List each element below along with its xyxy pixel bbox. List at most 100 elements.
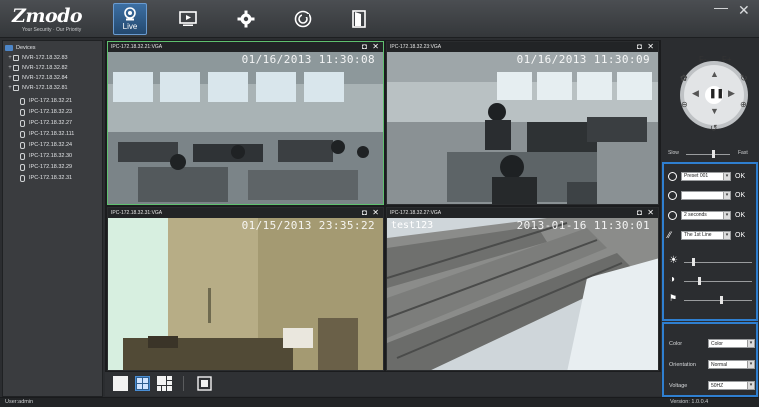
tile-camera-name: IPC-172.18.32.27:VGA [390,210,442,216]
line-select[interactable]: The 1st Line ▾ [681,230,731,240]
preset-select[interactable]: Preset 001 ▾ [681,171,731,181]
close-icon[interactable]: ✕ [647,42,654,51]
tile-header: IPC-172.18.32.23:VGA ◘ ✕ [387,42,658,52]
close-button[interactable]: ✕ [738,2,750,19]
pan-left-button[interactable]: ◀ [692,88,699,99]
tilt-up-button[interactable]: ▲ [710,69,719,79]
color-select[interactable]: Color ▾ [708,339,755,348]
tree-item-nvr[interactable]: + NVR-172.18.32.84 [7,73,68,83]
tree-item-camera[interactable]: IPC-172.18.32.24 [20,140,72,150]
contrast-slider-knob[interactable] [698,277,701,285]
speed-fast-label: Fast [738,150,748,156]
auto-scan-icon[interactable]: ↺ [710,123,718,134]
nav-playback-button[interactable] [171,3,205,35]
minimize-button[interactable]: — [714,0,728,15]
focus-minus-button[interactable]: F- [699,55,707,64]
video-tile[interactable]: IPC-172.18.32.21:VGA ◘ ✕ 01/16/2013 11:3… [107,41,384,205]
interval-select[interactable]: 2 seconds ▾ [681,210,731,220]
tree-item-camera[interactable]: IPC-172.18.32.29 [20,162,72,172]
top-bar: Zmodo Your Security · Our Priority Live [0,0,759,38]
nav-logout-button[interactable] [342,3,376,35]
tree-item-label: NVR-172.18.32.82 [22,65,68,71]
cruise-ok-button[interactable]: OK [735,192,745,199]
cloud-icon [294,10,312,28]
iris-icon[interactable]: ✿ [680,73,688,84]
tree-root-label: Devices [16,45,36,51]
line-icon: ⁄⁄ [668,229,672,240]
snapshot-icon[interactable]: ◘ [362,42,367,51]
nav-live-button[interactable]: Live [113,3,147,35]
tree-item-nvr[interactable]: + NVR-172.18.32.82 [7,63,68,73]
speed-slider-knob[interactable] [712,150,715,158]
folder-icon [5,45,13,51]
refresh-icon[interactable]: ↻ [740,73,748,84]
play-icon [179,11,197,26]
close-icon[interactable]: ✕ [647,208,654,217]
tree-item-camera[interactable]: IPC-172.18.32.31 [20,173,72,183]
tile-header: IPC-172.18.32.27:VGA ◘ ✕ [387,208,658,218]
tree-item-label: NVR-172.18.32.84 [22,75,68,81]
tree-item-camera[interactable]: IPC-172.18.32.30 [20,151,72,161]
device-tree: Devices + NVR-172.18.32.83 + NVR-172.18.… [2,40,103,397]
tree-item-camera[interactable]: IPC-172.18.32.111 [20,129,74,139]
voltage-label: Voltage [669,383,688,389]
video-tile[interactable]: IPC-172.18.32.31:VGA ◘ ✕ 01/15/2013 23:3… [107,207,384,371]
close-icon[interactable]: ✕ [372,208,379,217]
chevron-down-icon: ▾ [723,231,730,239]
camera-device-icon [20,163,25,171]
image-properties-panel: Color Color ▾ Orientation Normal ▾ Volta… [662,322,758,397]
orientation-select[interactable]: Normal ▾ [708,360,755,369]
brightness-slider-knob[interactable] [692,258,695,266]
fullscreen-button[interactable] [197,376,212,391]
contrast-slider[interactable] [684,281,752,282]
status-version: Version: 1.0.0.4 [670,399,709,405]
zoom-in-icon[interactable]: ⊕ [740,100,747,109]
video-tile[interactable]: IPC-172.18.32.23:VGA ◘ ✕ 01/16/2013 11:3… [386,41,659,205]
tree-item-label: IPC-172.18.32.23 [29,109,73,115]
voltage-select[interactable]: 50HZ ▾ [708,381,755,390]
saturation-slider[interactable] [684,300,752,301]
saturation-slider-knob[interactable] [720,296,723,304]
nvr-icon [13,55,19,61]
tree-item-camera[interactable]: IPC-172.18.32.21 [20,96,72,106]
single-view-button[interactable] [113,376,128,391]
tree-item-label: NVR-172.18.32.83 [22,55,68,61]
preset-panel: Preset 001 ▾ OK ▾ OK 2 seconds ▾ OK ⁄⁄ T… [662,162,758,321]
camera-device-icon [20,141,25,149]
snapshot-icon[interactable]: ◘ [362,208,367,217]
snapshot-icon[interactable]: ◘ [637,42,642,51]
close-icon[interactable]: ✕ [372,42,379,51]
chevron-down-icon: ▾ [747,382,754,389]
nine-view-button[interactable] [157,376,172,391]
brightness-icon: ☀ [669,255,678,266]
quad-view-button[interactable] [135,376,150,391]
tree-item-nvr[interactable]: + NVR-172.18.32.83 [7,53,68,63]
tilt-down-button[interactable]: ▼ [710,106,719,116]
tree-item-nvr[interactable]: + NVR-172.18.32.81 [7,83,68,93]
tile-camera-name: IPC-172.18.32.31:VGA [111,210,163,216]
tree-item-camera[interactable]: IPC-172.18.32.27 [20,118,72,128]
nav-settings-button[interactable] [229,3,263,35]
interval-select-value: 2 seconds [684,212,707,218]
pan-right-button[interactable]: ▶ [728,88,735,99]
line-row: ⁄⁄ The 1st Line ▾ OK [668,229,745,241]
line-ok-button[interactable]: OK [735,232,745,239]
line-select-value: The 1st Line [684,232,712,238]
cruise-icon [668,190,677,200]
preset-ok-button[interactable]: OK [735,173,745,180]
snapshot-icon[interactable]: ◘ [637,208,642,217]
tree-item-camera[interactable]: IPC-172.18.32.23 [20,107,72,117]
app-logo: Zmodo [12,5,83,27]
pause-button[interactable]: ❚❚ [709,88,724,99]
chevron-down-icon: ▾ [747,361,754,368]
tree-root[interactable]: Devices [5,43,36,53]
zoom-out-icon[interactable]: ⊖ [681,100,688,109]
speed-slider[interactable] [686,154,730,155]
nav-cloud-button[interactable] [286,3,320,35]
video-tile[interactable]: IPC-172.18.32.27:VGA ◘ ✕ test123 2013-01… [386,207,659,371]
interval-ok-button[interactable]: OK [735,212,745,219]
cruise-select[interactable]: ▾ [681,190,731,200]
tile-timestamp: 01/16/2013 11:30:08 [241,53,375,66]
focus-plus-button[interactable]: F+ [722,55,732,64]
orientation-label: Orientation [669,362,696,368]
